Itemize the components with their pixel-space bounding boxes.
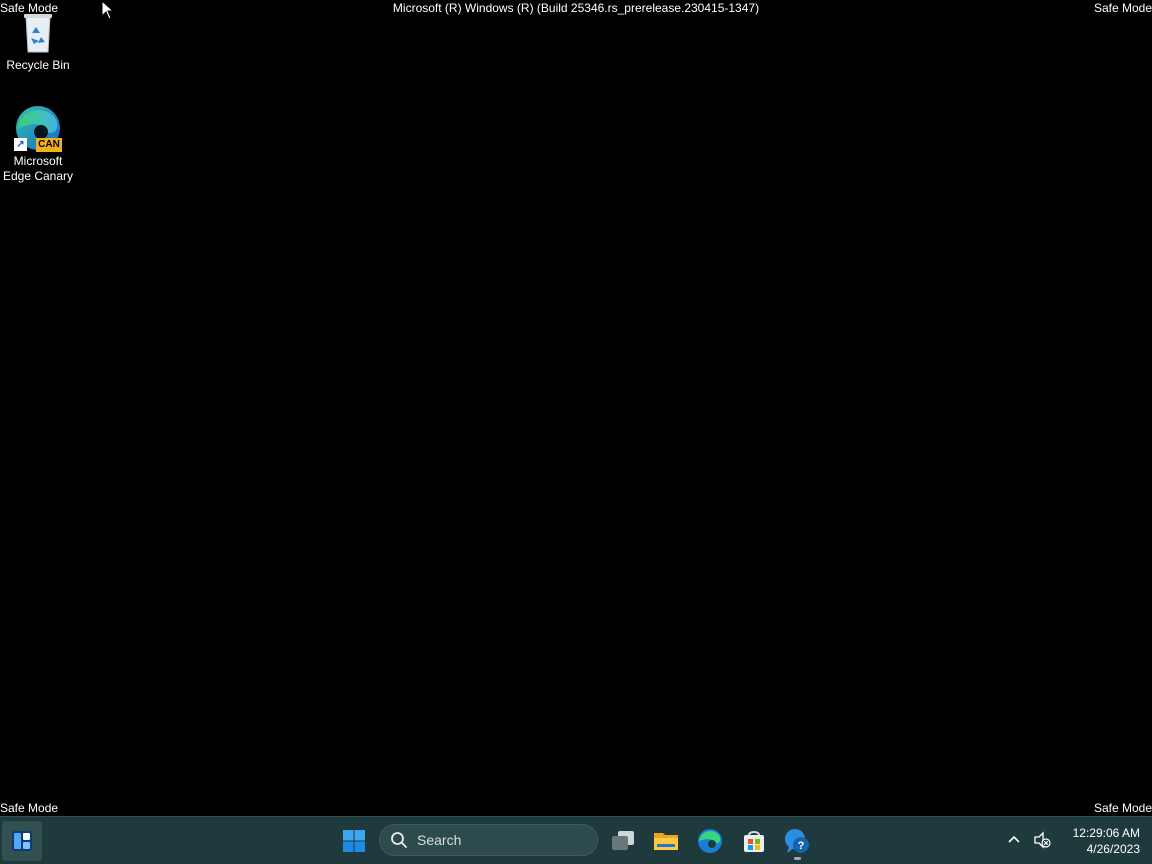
taskbar-search-box[interactable]: Search [379, 824, 598, 856]
get-help-button[interactable]: ? [777, 821, 817, 861]
windows-start-icon [343, 830, 365, 852]
safe-mode-label-bottom-left: Safe Mode [0, 801, 59, 815]
chevron-up-icon[interactable] [1004, 830, 1024, 850]
widgets-icon [12, 831, 32, 851]
folder-icon [654, 833, 678, 850]
task-view-button[interactable] [603, 821, 643, 861]
search-icon [391, 832, 407, 848]
canary-badge: CAN [36, 138, 62, 152]
recycle-bin-label: Recycle Bin [6, 58, 70, 72]
microsoft-store-button[interactable] [734, 821, 774, 861]
running-indicator [794, 857, 801, 860]
edge-canary-label-line1: Microsoft [13, 154, 63, 168]
system-clock[interactable]: 12:29:06 AM 4/26/2023 [1062, 825, 1140, 857]
store-icon [744, 831, 764, 852]
help-icon: ? [785, 829, 809, 853]
clock-date: 4/26/2023 [1086, 842, 1140, 856]
clock-time: 12:29:06 AM [1072, 826, 1140, 840]
recycle-bin-icon [14, 8, 62, 56]
mouse-cursor-icon [101, 0, 115, 20]
safe-mode-label-top-right: Safe Mode [1093, 1, 1152, 15]
taskbar: Search ? 12:29:06 AM 4/26/2023 [0, 816, 1152, 864]
desktop: Safe Mode Microsoft (R) Windows (R) (Bui… [0, 0, 1152, 816]
shortcut-arrow-icon: ↗ [14, 138, 27, 151]
desktop-icon-edge-canary[interactable]: ↗ CAN Microsoft Edge Canary [0, 104, 76, 184]
edge-taskbar-button[interactable] [690, 821, 730, 861]
file-explorer-button[interactable] [646, 821, 686, 861]
build-banner: Microsoft (R) Windows (R) (Build 25346.r… [392, 1, 760, 15]
task-view-icon [612, 831, 634, 850]
edge-icon [698, 829, 722, 853]
widgets-button[interactable] [2, 821, 42, 861]
svg-text:?: ? [798, 840, 805, 852]
edge-canary-icon: ↗ CAN [14, 104, 62, 152]
edge-canary-label-line2: Edge Canary [2, 169, 74, 183]
desktop-icon-recycle-bin[interactable]: Recycle Bin [0, 8, 76, 73]
search-placeholder: Search [417, 832, 462, 848]
network-disconnected-icon[interactable] [1032, 830, 1052, 850]
start-button[interactable] [334, 821, 374, 861]
safe-mode-label-bottom-right: Safe Mode [1093, 801, 1152, 815]
